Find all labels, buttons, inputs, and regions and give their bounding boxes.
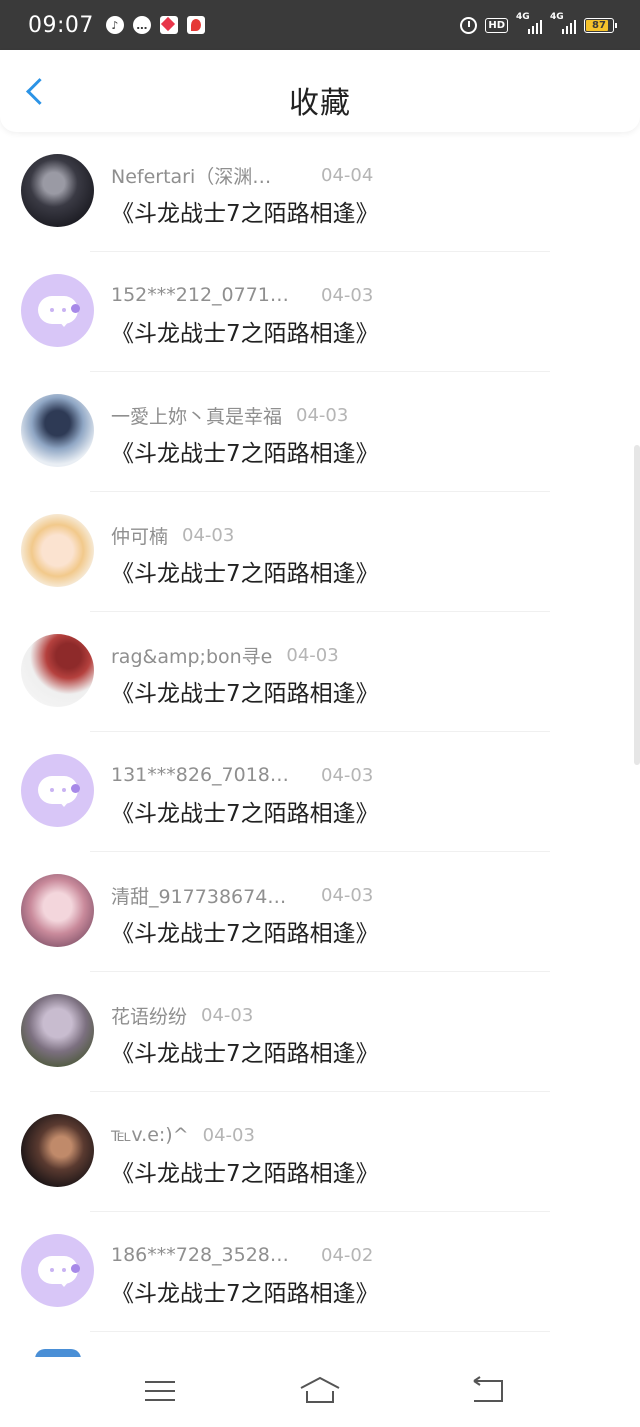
battery-icon: 87 [584, 17, 617, 33]
item-date: 04-03 [182, 524, 235, 546]
map-pin-app-icon [186, 16, 205, 34]
author-name: 仲可楠 [111, 525, 169, 548]
avatar[interactable] [21, 274, 94, 347]
list-item[interactable]: 186***728_3528… 04-02 《斗龙战士7之陌路相逢》 [0, 1212, 640, 1332]
list-item[interactable]: rag&amp;bon寻e 04-03 《斗龙战士7之陌路相逢》 [0, 612, 640, 732]
list-item[interactable]: 清甜_917738674… 04-03 《斗龙战士7之陌路相逢》 [0, 852, 640, 972]
author-name: 152***212_0771… [111, 284, 289, 306]
author-name: Nefertari（深渊… [111, 165, 272, 188]
avatar[interactable] [21, 1114, 94, 1187]
status-time: 09:07 [28, 12, 94, 38]
avatar[interactable] [21, 1234, 94, 1307]
item-date: 04-04 [321, 164, 374, 186]
item-title: 《斗龙战士7之陌路相逢》 [111, 561, 379, 587]
status-bar: 09:07 ♪ … HD 4G 4G 87 [0, 0, 640, 50]
network-label: 4G [550, 12, 564, 22]
item-title: 《斗龙战士7之陌路相逢》 [111, 801, 379, 827]
hd-icon: HD [485, 17, 508, 33]
item-date: 04-03 [201, 1004, 254, 1026]
item-title: 《斗龙战士7之陌路相逢》 [111, 321, 379, 347]
item-title: 《斗龙战士7之陌路相逢》 [111, 681, 379, 707]
alarm-icon [460, 16, 478, 34]
app-icon [159, 16, 178, 34]
music-icon: ♪ [105, 16, 124, 34]
list-item[interactable]: 152***212_0771… 04-03 《斗龙战士7之陌路相逢》 [0, 252, 640, 372]
author-name: 131***826_7018… [111, 764, 289, 786]
chat-bubble-icon: … [132, 16, 151, 34]
item-title: 《斗龙战士7之陌路相逢》 [111, 201, 379, 227]
item-date: 04-03 [202, 1124, 255, 1146]
system-nav-bar [0, 1357, 640, 1427]
item-title: 《斗龙战士7之陌路相逢》 [111, 1281, 379, 1307]
favorites-list: Nefertari（深渊… 04-04 《斗龙战士7之陌路相逢》 152***2… [0, 132, 640, 1332]
list-item[interactable]: Nefertari（深渊… 04-04 《斗龙战士7之陌路相逢》 [0, 132, 640, 252]
list-item[interactable]: 花语纷纷 04-03 《斗龙战士7之陌路相逢》 [0, 972, 640, 1092]
item-date: 04-03 [321, 764, 374, 786]
avatar[interactable] [21, 394, 94, 467]
author-name: ℡v.e:)^ [111, 1124, 189, 1146]
item-title: 《斗龙战士7之陌路相逢》 [111, 1161, 379, 1187]
author-name: 186***728_3528… [111, 1244, 289, 1266]
signal-icon: 4G [516, 12, 542, 34]
item-title: 《斗龙战士7之陌路相逢》 [111, 1041, 379, 1067]
battery-level: 87 [592, 19, 606, 31]
header: 收藏 [0, 50, 640, 132]
author-name: 清甜_917738674… [111, 885, 287, 908]
item-title: 《斗龙战士7之陌路相逢》 [111, 921, 379, 947]
item-date: 04-03 [321, 884, 374, 906]
avatar[interactable] [21, 634, 94, 707]
list-item[interactable]: 仲可楠 04-03 《斗龙战士7之陌路相逢》 [0, 492, 640, 612]
list-item[interactable]: 一愛上妳丶真是幸福 04-03 《斗龙战士7之陌路相逢》 [0, 372, 640, 492]
menu-icon[interactable] [145, 1377, 177, 1403]
avatar[interactable] [21, 874, 94, 947]
item-title: 《斗龙战士7之陌路相逢》 [111, 441, 379, 467]
scrollbar[interactable] [634, 445, 640, 765]
back-icon[interactable] [470, 1375, 506, 1405]
network-label: 4G [516, 12, 530, 22]
avatar[interactable] [21, 154, 94, 227]
author-name: 花语纷纷 [111, 1005, 188, 1028]
item-date: 04-03 [321, 284, 374, 306]
list-item[interactable]: 131***826_7018… 04-03 《斗龙战士7之陌路相逢》 [0, 732, 640, 852]
notification-icons: ♪ … [105, 16, 205, 34]
avatar[interactable] [21, 754, 94, 827]
author-name: rag&amp;bon寻e [111, 645, 273, 668]
page-title: 收藏 [289, 86, 351, 121]
home-icon[interactable] [298, 1375, 342, 1405]
item-date: 04-03 [296, 404, 349, 426]
list-item[interactable]: ℡v.e:)^ 04-03 《斗龙战士7之陌路相逢》 [0, 1092, 640, 1212]
item-date: 04-02 [321, 1244, 374, 1266]
avatar[interactable] [21, 514, 94, 587]
signal-icon: 4G [550, 12, 576, 34]
item-date: 04-03 [286, 644, 339, 666]
system-icons: HD 4G 4G 87 [460, 12, 617, 34]
divider [90, 1331, 550, 1332]
avatar[interactable] [21, 994, 94, 1067]
author-name: 一愛上妳丶真是幸福 [111, 405, 283, 428]
